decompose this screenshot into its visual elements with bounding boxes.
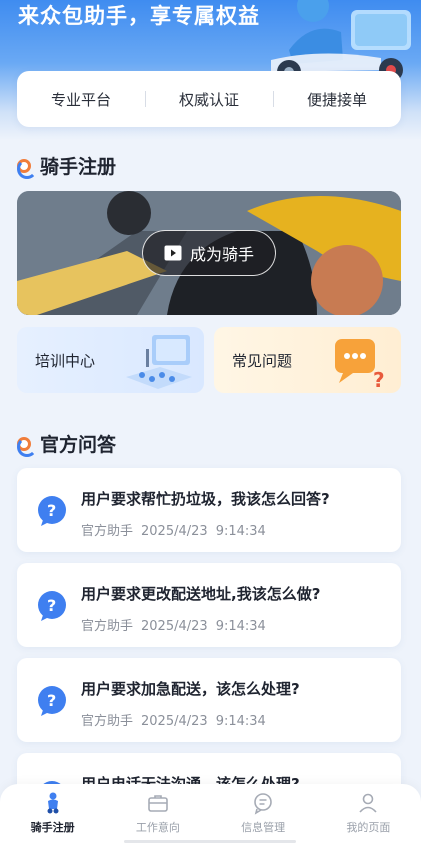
- tab-label: 骑手注册: [30, 821, 75, 834]
- feature-certified: 权威认证: [145, 89, 273, 110]
- training-illustration-icon: [126, 335, 192, 389]
- tab-label: 工作意向: [135, 821, 180, 834]
- question-bubble-icon: ?: [38, 686, 66, 716]
- become-rider-button[interactable]: 成为骑手: [142, 230, 276, 276]
- rider-section-title: 骑手注册: [40, 156, 117, 178]
- tab-label: 我的页面: [346, 821, 391, 834]
- home-indicator: [124, 840, 296, 843]
- qa-author: 官方助手: [81, 619, 134, 634]
- qa-date: 2025/4/23: [141, 714, 208, 729]
- qa-author: 官方助手: [81, 524, 134, 539]
- tab-info-management[interactable]: 信息管理: [211, 784, 316, 844]
- become-rider-banner[interactable]: 成为骑手: [17, 191, 401, 315]
- tab-rider-register[interactable]: 骑手注册: [0, 784, 105, 844]
- svg-text:?: ?: [47, 501, 56, 520]
- svg-text:?: ?: [47, 691, 56, 710]
- qa-title: 用户要求帮忙扔垃圾，我该怎么回答?: [81, 490, 330, 508]
- qa-time: 9:14:34: [215, 619, 266, 634]
- bottom-tab-bar: 骑手注册 工作意向 信息管理 我的页面: [0, 784, 421, 844]
- tab-my-page[interactable]: 我的页面: [316, 784, 421, 844]
- hero-title: 来众包助手，享专属权益: [18, 4, 260, 28]
- question-bubble-icon: ?: [38, 591, 66, 621]
- rider-section-heading: 骑手注册: [17, 152, 116, 179]
- briefcase-icon: [148, 795, 168, 812]
- qa-date: 2025/4/23: [141, 619, 208, 634]
- feature-professional: 专业平台: [50, 90, 111, 109]
- user-icon: [359, 793, 377, 813]
- svg-text:?: ?: [47, 596, 56, 615]
- qa-time: 9:14:34: [215, 524, 266, 539]
- qa-item[interactable]: ? 用户要求更改配送地址,我该怎么做? 官方助手 2025/4/23 9:14:34: [17, 563, 401, 647]
- feature-strip: 专业平台 权威认证 便捷接单: [17, 71, 401, 127]
- qa-author: 官方助手: [81, 714, 134, 729]
- qa-meta: 官方助手 2025/4/23 9:14:34: [81, 520, 266, 539]
- training-center-card[interactable]: 培训中心: [17, 327, 204, 393]
- qa-section-heading: 官方问答: [17, 430, 116, 457]
- qa-meta: 官方助手 2025/4/23 9:14:34: [81, 615, 266, 634]
- tab-work-intent[interactable]: 工作意向: [105, 784, 210, 844]
- tab-label: 信息管理: [241, 821, 286, 834]
- qa-section-title: 官方问答: [40, 434, 117, 456]
- qa-time: 9:14:34: [215, 714, 266, 729]
- qa-date: 2025/4/23: [141, 524, 208, 539]
- scooter-icon: [47, 792, 59, 814]
- become-rider-label: 成为骑手: [189, 245, 254, 264]
- rider-quick-cards: 培训中心 常见问题 ?: [17, 327, 401, 393]
- qa-title: 用户要求更改配送地址,我该怎么做?: [81, 585, 321, 603]
- chat-question-icon: ?: [335, 339, 385, 391]
- training-center-label: 培训中心: [35, 351, 96, 370]
- faq-card[interactable]: 常见问题 ?: [214, 327, 401, 393]
- qa-meta: 官方助手 2025/4/23 9:14:34: [81, 710, 266, 729]
- feature-quick-order: 便捷接单: [273, 89, 401, 110]
- faq-label: 常见问题: [232, 351, 293, 370]
- qa-title: 用户要求加急配送，该怎么处理?: [81, 680, 300, 698]
- qa-item[interactable]: ? 用户要求帮忙扔垃圾，我该怎么回答? 官方助手 2025/4/23 9:14:34: [17, 468, 401, 552]
- section-ring-icon: [17, 158, 37, 179]
- question-bubble-icon: ?: [38, 496, 66, 526]
- video-play-icon: [164, 245, 182, 261]
- section-ring-icon: [17, 436, 37, 457]
- svg-text:?: ?: [373, 368, 385, 391]
- qa-item[interactable]: ? 用户要求加急配送，该怎么处理? 官方助手 2025/4/23 9:14:34: [17, 658, 401, 742]
- chat-bubble-icon: [254, 793, 272, 815]
